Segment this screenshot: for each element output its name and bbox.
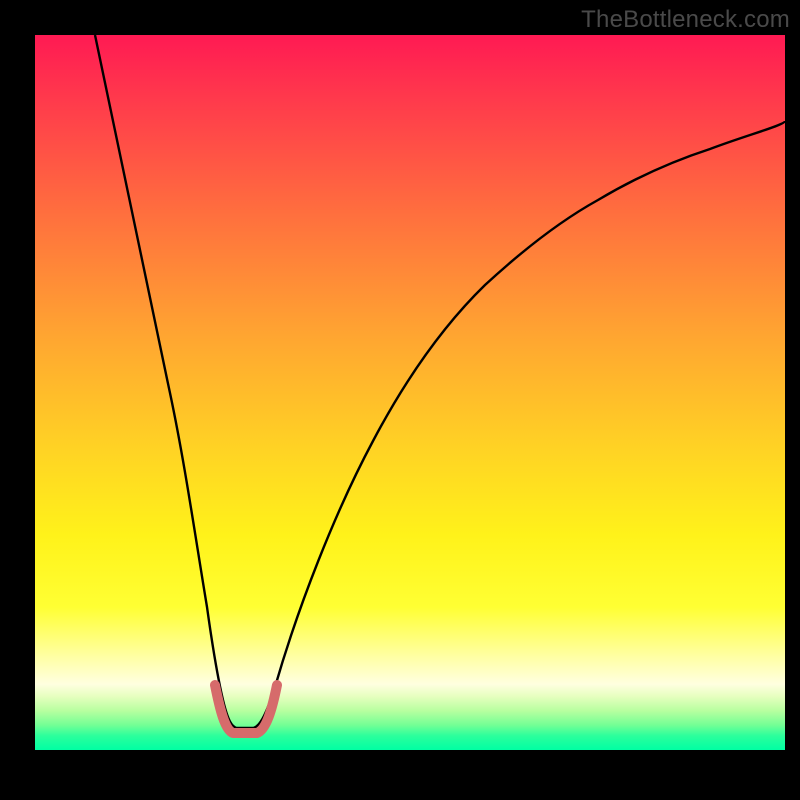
bottleneck-curve <box>95 35 785 728</box>
curve-svg <box>35 35 785 750</box>
watermark-text: TheBottleneck.com <box>581 6 790 34</box>
plot-area <box>35 35 785 750</box>
optimal-zone <box>215 685 277 733</box>
chart-frame: TheBottleneck.com <box>0 0 800 800</box>
